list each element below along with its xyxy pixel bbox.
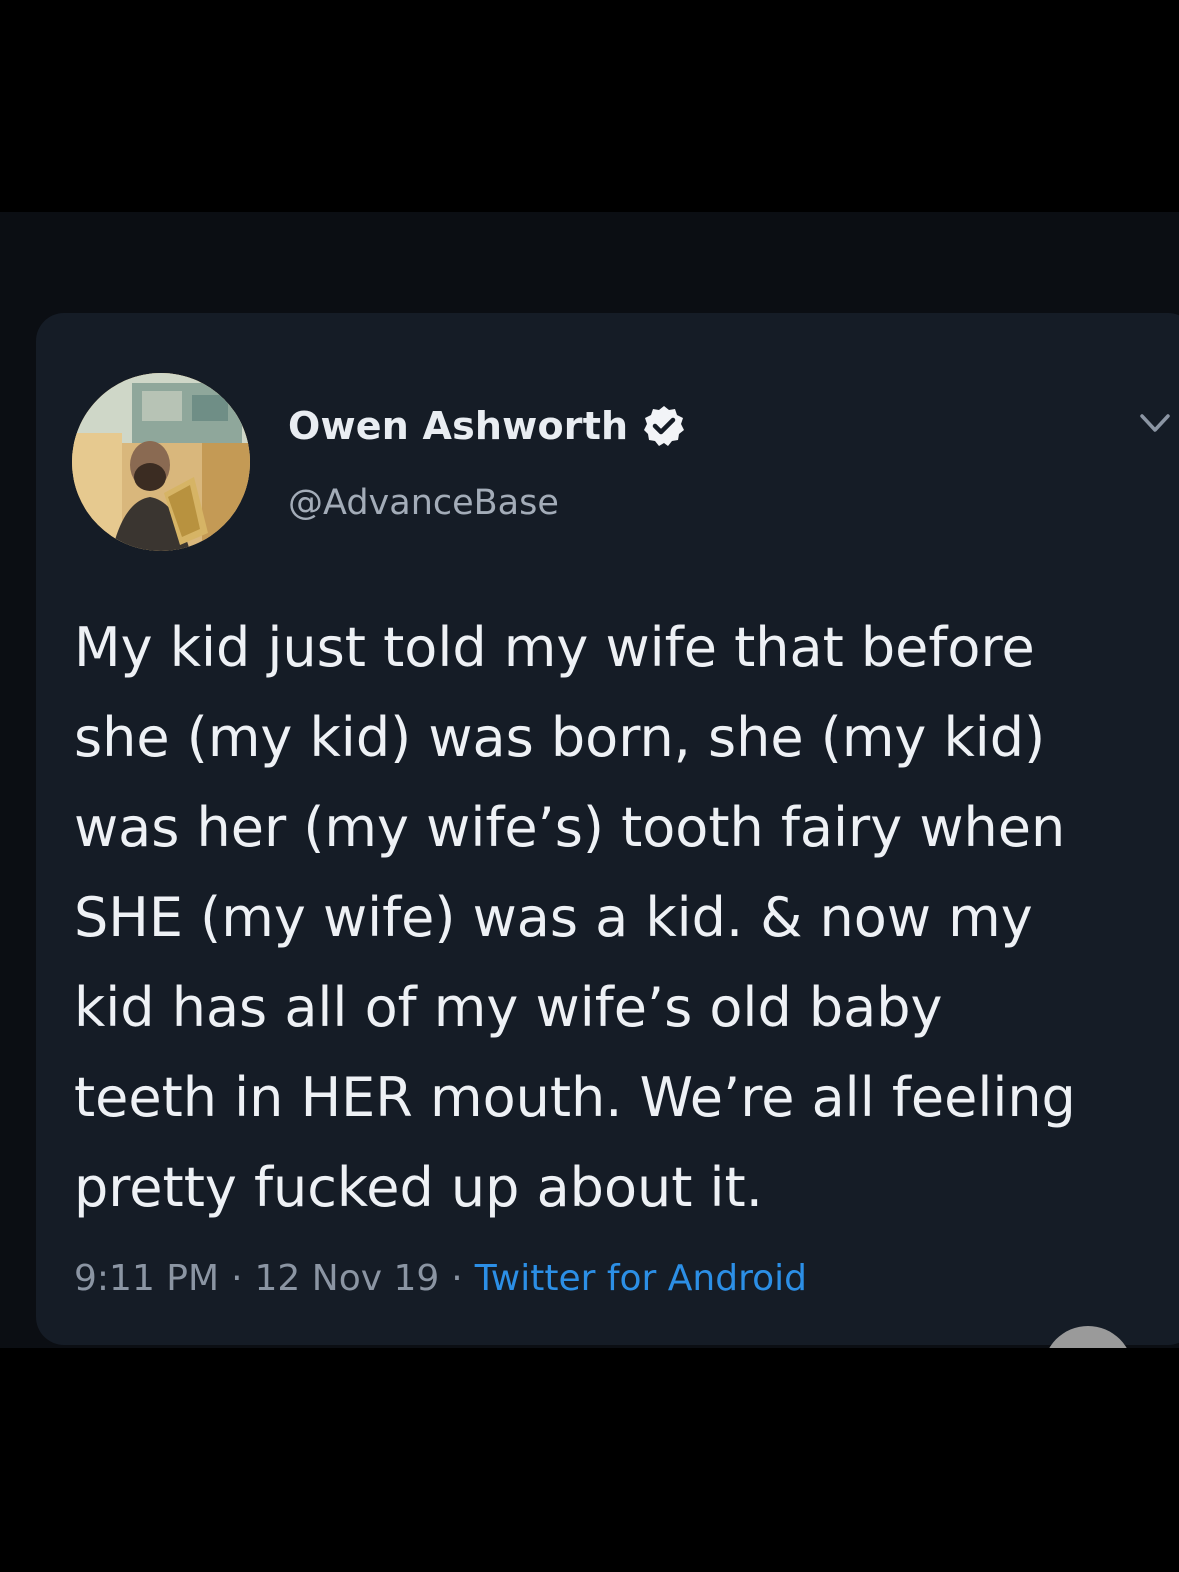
- screenshot: Owen Ashworth @AdvanceBase My kid just t…: [0, 0, 1179, 1572]
- tweet-source-link[interactable]: Twitter for Android: [475, 1258, 807, 1299]
- chevron-down-icon[interactable]: [1138, 408, 1172, 438]
- tweet-text: My kid just told my wife that before she…: [74, 616, 1076, 1219]
- author-handle[interactable]: @AdvanceBase: [288, 483, 559, 523]
- floating-button-edge[interactable]: [1043, 1326, 1133, 1348]
- author-avatar[interactable]: [72, 373, 250, 551]
- tweet-date[interactable]: 12 Nov 19: [255, 1258, 440, 1299]
- author-display-name[interactable]: Owen Ashworth: [288, 404, 628, 448]
- tweet-meta: 9:11 PM · 12 Nov 19 · Twitter for Androi…: [74, 1258, 807, 1299]
- tweet-time[interactable]: 9:11 PM: [74, 1258, 219, 1299]
- avatar-photo-icon: [72, 373, 250, 551]
- verified-badge-icon: [644, 406, 685, 446]
- author-name-row[interactable]: Owen Ashworth: [288, 400, 686, 452]
- meta-separator: ·: [231, 1258, 243, 1299]
- meta-separator: ·: [451, 1258, 463, 1299]
